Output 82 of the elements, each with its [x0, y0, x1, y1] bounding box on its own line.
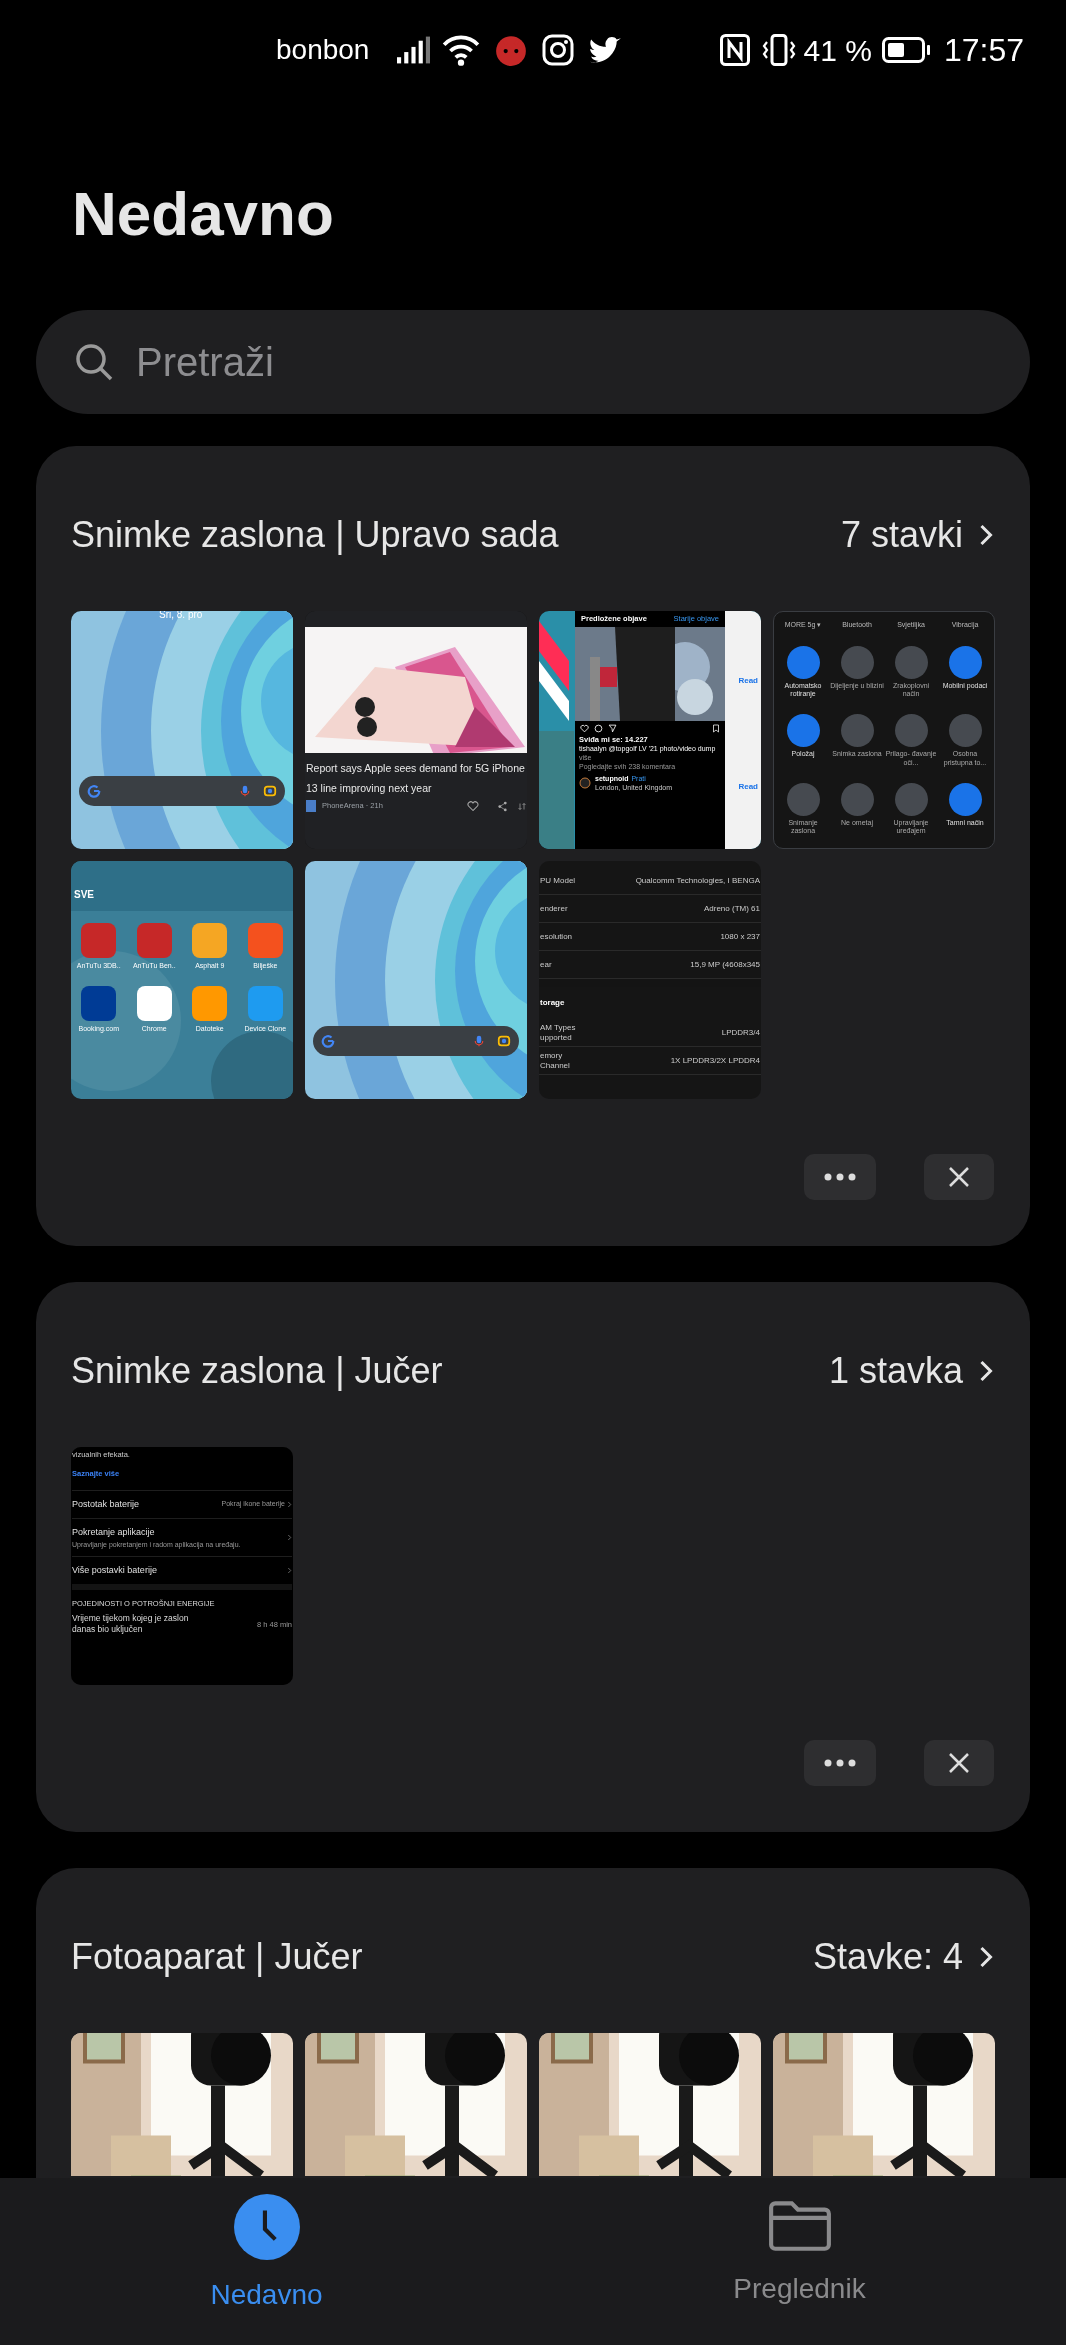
info-label: AM Types upported	[540, 1022, 577, 1043]
info-value: 1X LPDDR3/2X LPDDR4	[670, 1055, 760, 1066]
sort-icon	[518, 800, 526, 812]
wifi-icon	[442, 34, 481, 66]
toggle-tile[interactable]	[840, 645, 874, 679]
info-label: PU Model	[540, 875, 577, 886]
row-title: Postotak baterije	[72, 1497, 141, 1511]
lens-icon	[497, 1034, 511, 1048]
headline-text: Report says Apple sees demand for 5G iPhone 13 line improving next year	[305, 761, 526, 796]
toggle-tile[interactable]	[894, 714, 928, 748]
toggle-tile[interactable]	[948, 645, 982, 679]
info-value: 15,9 MP (4608x345	[690, 959, 760, 970]
clock-icon	[233, 2194, 300, 2260]
app-icon[interactable]	[81, 985, 117, 1021]
more-button[interactable]	[804, 1154, 876, 1200]
app-icon[interactable]	[192, 985, 228, 1021]
close-icon	[948, 1752, 970, 1774]
item-count-link[interactable]: Stavke: 4	[812, 1930, 995, 1984]
row-title: Više postavki baterije	[72, 1563, 158, 1577]
info-value: LPDDR3/4	[721, 1027, 760, 1038]
album-title: Snimke zaslona | Jučer	[71, 1349, 444, 1393]
search-logo-icon	[321, 1034, 335, 1048]
toggle-tile[interactable]	[786, 782, 820, 816]
info-value: Qualcomm Technologies, I BENGA	[635, 875, 760, 886]
chevron-icon	[287, 1533, 292, 1541]
toggle-tile[interactable]	[840, 714, 874, 748]
stat-label: Vrijeme tijekom kojeg je zaslon danas bio uključen	[72, 1613, 190, 1636]
source-icon	[306, 800, 316, 812]
search-icon	[74, 342, 114, 382]
toggle-tile[interactable]	[948, 714, 982, 748]
mascot-icon	[494, 33, 529, 67]
info-value: Adreno (TM) 61	[703, 903, 760, 914]
screenshot-thumbnail[interactable]	[71, 1447, 293, 1685]
battery-icon	[881, 37, 930, 63]
signal-icon	[397, 36, 431, 64]
item-count-link[interactable]: 1 stavka	[828, 1344, 995, 1398]
close-button[interactable]	[924, 1154, 994, 1200]
info-label: ear	[540, 959, 553, 970]
close-button[interactable]	[924, 1740, 994, 1786]
album-title: Fotoaparat | Jučer	[71, 1935, 364, 1979]
lens-icon	[263, 784, 277, 798]
search-field[interactable]: Pretraži	[36, 310, 1030, 414]
toggle-tile[interactable]	[786, 714, 820, 748]
share-icon	[497, 800, 508, 812]
camera-icon	[542, 34, 575, 66]
section-title: torage	[539, 997, 566, 1009]
more-icon	[824, 1759, 856, 1767]
date-text: Sri, 8. pro	[159, 611, 203, 622]
info-label: enderer	[540, 903, 569, 914]
vibrate-icon	[761, 34, 796, 66]
more-button[interactable]	[804, 1740, 876, 1786]
nav-tab[interactable]: Preglednik	[533, 2178, 1066, 2345]
info-label: esolution	[540, 931, 574, 942]
heart-icon	[467, 800, 479, 812]
bird-icon	[588, 36, 623, 64]
info-label: emory Channel	[540, 1050, 571, 1071]
app-icon[interactable]	[192, 923, 228, 958]
toggle-tile[interactable]	[948, 782, 982, 816]
chevron-icon	[287, 1566, 292, 1574]
toggle-tile[interactable]	[894, 645, 928, 679]
toggle-tile[interactable]	[894, 782, 928, 816]
album-title: Snimke zaslona | Upravo sada	[71, 513, 560, 557]
screenshot-thumbnail[interactable]: PU Model Qualcomm Technologies, I BENGA enderer Adreno (TM) 61 esolution 1080 x 237 ear 15,9 MP (4608x345 torage AM Types upported LPDDR3/4 emory Channel 1X LPDDR3/2X LPDDR4	[539, 861, 761, 1099]
item-count-link[interactable]: 7 stavki	[840, 508, 995, 562]
screenshot-thumbnail[interactable]	[773, 611, 995, 849]
carrier-name: bonbon	[276, 33, 370, 67]
nfc-icon	[719, 34, 750, 66]
toggle-tile[interactable]	[840, 782, 874, 816]
info-value: 1080 x 237	[720, 931, 760, 942]
mic-icon	[239, 784, 251, 798]
close-icon	[948, 1166, 970, 1188]
mic-icon	[473, 1034, 485, 1048]
toggle-tile[interactable]	[786, 645, 820, 679]
search-logo-icon	[87, 784, 101, 798]
section-title: SVE	[74, 888, 94, 902]
chevron-icon	[287, 1500, 292, 1508]
nav-tab[interactable]: Nedavno	[0, 2178, 533, 2345]
battery-percent: 41 %	[803, 32, 872, 69]
row-title: Pokretanje aplikacije	[72, 1526, 156, 1539]
page-title: Nedavno	[72, 178, 335, 250]
clock-time: 17:57	[943, 31, 1024, 70]
more-icon	[824, 1173, 856, 1181]
